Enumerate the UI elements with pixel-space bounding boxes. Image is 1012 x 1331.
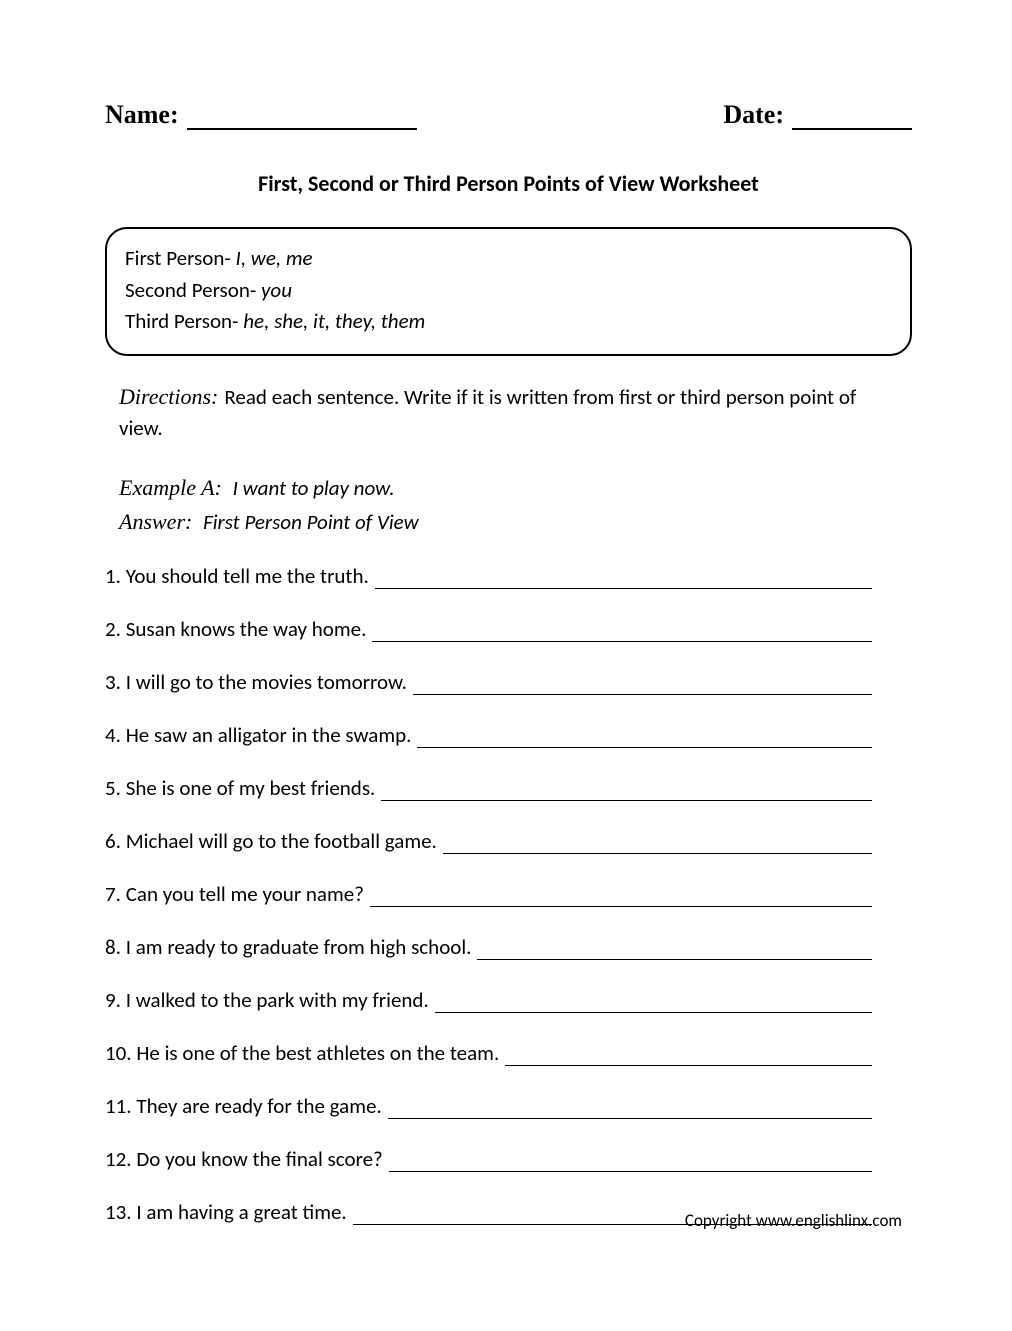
date-label: Date: [723, 100, 784, 130]
example-answer-label: Answer: [119, 509, 192, 534]
question-text: 9. I walked to the park with my friend. [105, 987, 435, 1013]
directions-label: Directions: [119, 384, 218, 409]
question-text: 8. I am ready to graduate from high scho… [105, 934, 477, 960]
question-row: 4. He saw an alligator in the swamp. [105, 722, 912, 748]
answer-input-line[interactable] [381, 783, 872, 801]
info-label-3: Third Person- [125, 308, 243, 334]
answer-input-line[interactable] [477, 942, 872, 960]
question-row: 1. You should tell me the truth. [105, 563, 912, 589]
question-text: 12. Do you know the final score? [105, 1146, 389, 1172]
worksheet-title: First, Second or Third Person Points of … [105, 170, 912, 197]
example-a-row: Example A: I want to play now. [119, 471, 902, 505]
answer-input-line[interactable] [375, 571, 872, 589]
answer-input-line[interactable] [413, 677, 872, 695]
question-row: 10. He is one of the best athletes on th… [105, 1040, 912, 1066]
example-answer-row: Answer: First Person Point of View [119, 505, 902, 539]
question-text: 10. He is one of the best athletes on th… [105, 1040, 505, 1066]
worksheet-page: Name: Date: First, Second or Third Perso… [0, 0, 1012, 1331]
question-text: 1. You should tell me the truth. [105, 563, 375, 589]
question-text: 3. I will go to the movies tomorrow. [105, 669, 413, 695]
answer-input-line[interactable] [417, 730, 872, 748]
info-label-1: First Person- [125, 245, 236, 271]
example-answer-text: First Person Point of View [203, 509, 419, 535]
example-block: Example A: I want to play now. Answer: F… [119, 471, 902, 539]
answer-input-line[interactable] [443, 836, 872, 854]
question-text: 13. I am having a great time. [105, 1199, 353, 1225]
question-row: 2. Susan knows the way home. [105, 616, 912, 642]
answer-input-line[interactable] [435, 995, 872, 1013]
info-line-1: First Person- I, we, me [125, 243, 892, 275]
question-row: 9. I walked to the park with my friend. [105, 987, 912, 1013]
info-label-2: Second Person- [125, 277, 261, 303]
example-a-label: Example A: [119, 475, 222, 500]
question-row: 3. I will go to the movies tomorrow. [105, 669, 912, 695]
header-row: Name: Date: [105, 100, 912, 130]
question-row: 8. I am ready to graduate from high scho… [105, 934, 912, 960]
directions: Directions:Read each sentence. Write if … [119, 380, 902, 445]
question-row: 7. Can you tell me your name? [105, 881, 912, 907]
info-box: First Person- I, we, me Second Person- y… [105, 227, 912, 356]
copyright-text: Copyright www.englishlinx.com [685, 1210, 902, 1231]
directions-text: Read each sentence. Write if it is writt… [119, 384, 856, 442]
question-row: 6. Michael will go to the football game. [105, 828, 912, 854]
answer-input-line[interactable] [505, 1048, 872, 1066]
name-label: Name: [105, 100, 179, 130]
question-row: 11. They are ready for the game. [105, 1093, 912, 1119]
date-field: Date: [723, 100, 912, 130]
questions-list: 1. You should tell me the truth. 2. Susan… [105, 563, 912, 1225]
answer-input-line[interactable] [372, 624, 872, 642]
question-text: 11. They are ready for the game. [105, 1093, 388, 1119]
question-row: 5. She is one of my best friends. [105, 775, 912, 801]
example-a-text: I want to play now. [233, 475, 395, 501]
info-line-2: Second Person- you [125, 275, 892, 307]
info-examples-3: he, she, it, they, them [243, 308, 425, 334]
name-field: Name: [105, 100, 417, 130]
info-line-3: Third Person- he, she, it, they, them [125, 306, 892, 338]
answer-input-line[interactable] [389, 1154, 872, 1172]
answer-input-line[interactable] [370, 889, 872, 907]
question-text: 6. Michael will go to the football game. [105, 828, 443, 854]
name-input-line[interactable] [187, 106, 417, 130]
answer-input-line[interactable] [388, 1101, 872, 1119]
question-text: 7. Can you tell me your name? [105, 881, 370, 907]
question-row: 12. Do you know the final score? [105, 1146, 912, 1172]
question-text: 4. He saw an alligator in the swamp. [105, 722, 417, 748]
info-examples-2: you [261, 277, 292, 303]
date-input-line[interactable] [792, 106, 912, 130]
info-examples-1: I, we, me [236, 245, 313, 271]
question-text: 5. She is one of my best friends. [105, 775, 381, 801]
question-text: 2. Susan knows the way home. [105, 616, 372, 642]
